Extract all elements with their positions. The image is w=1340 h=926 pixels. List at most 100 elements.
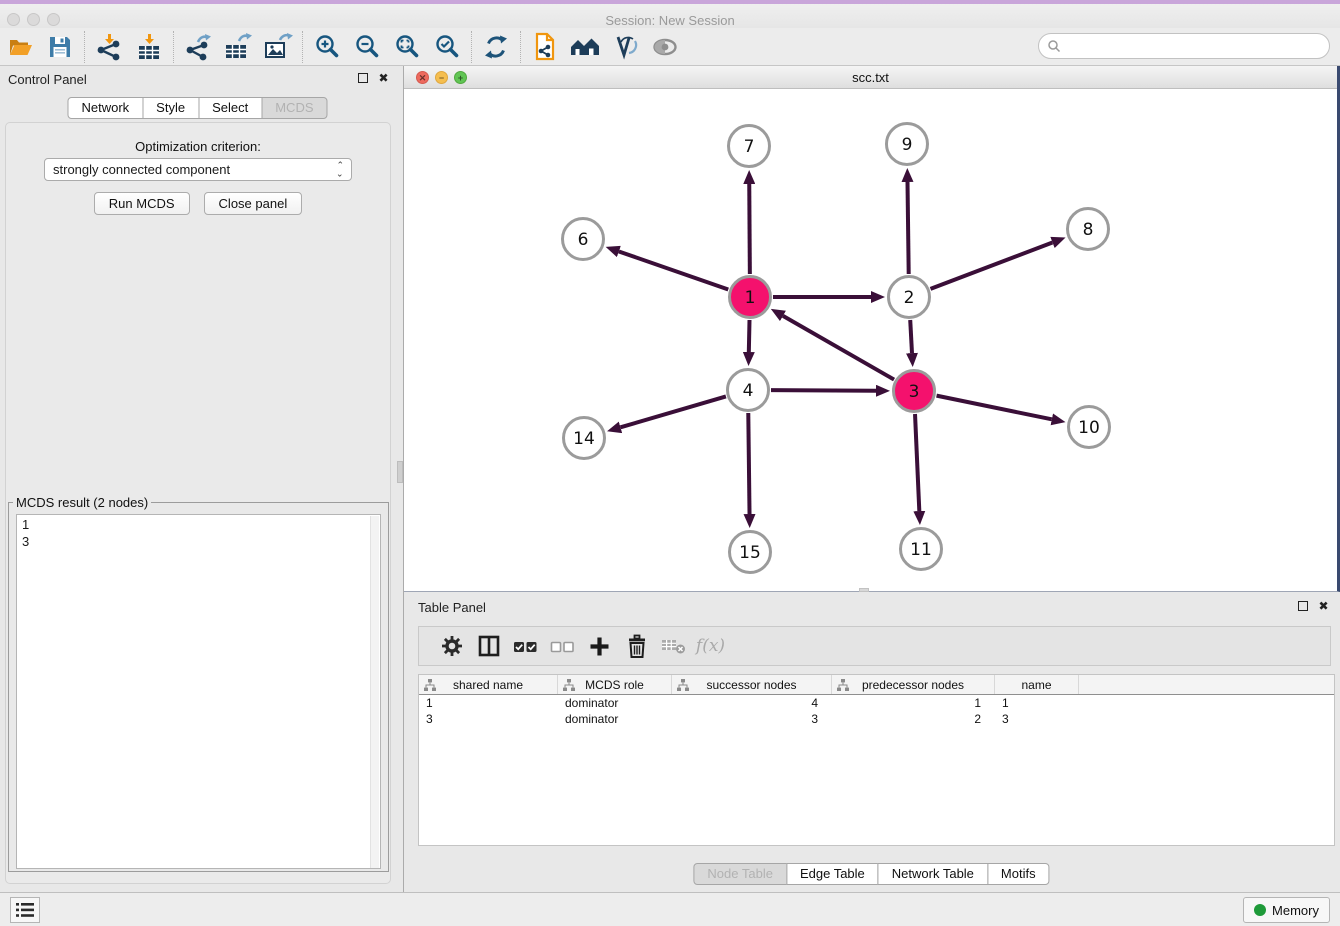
function-builder-icon[interactable]: f(x) bbox=[692, 629, 729, 663]
cell-successor-nodes[interactable]: 4 bbox=[672, 695, 832, 711]
edge-3-11[interactable] bbox=[915, 414, 919, 511]
cell-name[interactable]: 1 bbox=[995, 695, 1079, 711]
memory-status-icon bbox=[1254, 904, 1266, 916]
cell-shared-name[interactable]: 3 bbox=[419, 711, 558, 727]
edge-4-15[interactable] bbox=[748, 413, 749, 514]
column-header-name[interactable]: name bbox=[995, 675, 1079, 694]
export-network-icon[interactable] bbox=[178, 30, 218, 64]
table-row[interactable]: 1dominator411 bbox=[419, 695, 1334, 711]
delete-column-icon[interactable] bbox=[618, 629, 655, 663]
deselect-all-columns-icon[interactable] bbox=[544, 629, 581, 663]
cell-predecessor-nodes[interactable]: 2 bbox=[832, 711, 995, 727]
tab-motifs[interactable]: Motifs bbox=[987, 863, 1050, 885]
cell-MCDS-role[interactable]: dominator bbox=[558, 695, 672, 711]
graph-node-3[interactable]: 3 bbox=[894, 371, 935, 412]
panel-divider[interactable] bbox=[396, 66, 404, 892]
tab-select[interactable]: Select bbox=[198, 97, 262, 119]
close-table-panel-icon[interactable]: ✖ bbox=[1317, 600, 1330, 613]
graph-node-7[interactable]: 7 bbox=[729, 126, 770, 167]
cell-shared-name[interactable]: 1 bbox=[419, 695, 558, 711]
edge-4-14[interactable] bbox=[620, 396, 725, 427]
graph-node-14[interactable]: 14 bbox=[564, 418, 605, 459]
import-table-icon[interactable] bbox=[129, 30, 169, 64]
table-panel: Table Panel ✖ f(x) shared nameMCDS bbox=[404, 592, 1340, 892]
import-network-icon[interactable] bbox=[89, 30, 129, 64]
save-session-icon[interactable] bbox=[40, 30, 80, 64]
tab-mcds[interactable]: MCDS bbox=[261, 97, 327, 119]
cell-successor-nodes[interactable]: 3 bbox=[672, 711, 832, 727]
column-header-shared-name[interactable]: shared name bbox=[419, 675, 558, 694]
graph-node-4[interactable]: 4 bbox=[728, 370, 769, 411]
show-hide-icon[interactable] bbox=[645, 30, 685, 64]
delete-table-icon[interactable] bbox=[655, 629, 692, 663]
optimization-criterion-dropdown[interactable]: strongly connected component ⌃⌃ bbox=[44, 158, 352, 181]
control-panel-tabs: NetworkStyleSelectMCDS bbox=[68, 97, 327, 119]
edge-2-9[interactable] bbox=[907, 182, 908, 274]
chevron-up-down-icon: ⌃⌃ bbox=[336, 161, 344, 177]
tab-style[interactable]: Style bbox=[142, 97, 199, 119]
clone-network-icon[interactable] bbox=[525, 30, 565, 64]
search-icon bbox=[1047, 39, 1061, 53]
annotation-icon[interactable] bbox=[605, 30, 645, 64]
control-panel-header: Control Panel ✖ bbox=[0, 66, 396, 92]
graph-node-15[interactable]: 15 bbox=[730, 532, 771, 573]
zoom-selected-icon[interactable] bbox=[427, 30, 467, 64]
toolbar-separator bbox=[302, 31, 303, 63]
select-all-columns-icon[interactable] bbox=[507, 629, 544, 663]
float-table-panel-icon[interactable] bbox=[1296, 600, 1309, 613]
edge-3-10[interactable] bbox=[937, 396, 1052, 420]
zoom-out-icon[interactable] bbox=[347, 30, 387, 64]
search-field[interactable] bbox=[1038, 33, 1330, 59]
home-icon[interactable] bbox=[565, 30, 605, 64]
divider-handle[interactable] bbox=[397, 461, 403, 483]
graph-node-8[interactable]: 8 bbox=[1068, 209, 1109, 250]
split-view-icon[interactable] bbox=[470, 629, 507, 663]
cell-name[interactable]: 3 bbox=[995, 711, 1079, 727]
edge-1-6[interactable] bbox=[619, 251, 728, 289]
table-row[interactable]: 3dominator323 bbox=[419, 711, 1334, 727]
export-image-icon[interactable] bbox=[258, 30, 298, 64]
search-input[interactable] bbox=[1061, 39, 1329, 54]
edge-3-1[interactable] bbox=[783, 316, 894, 380]
memory-button[interactable]: Memory bbox=[1243, 897, 1330, 923]
result-scrollbar[interactable] bbox=[370, 516, 379, 869]
edge-2-8[interactable] bbox=[931, 242, 1053, 288]
graph-node-2[interactable]: 2 bbox=[889, 277, 930, 318]
zoom-fit-icon[interactable] bbox=[387, 30, 427, 64]
mcds-result-text[interactable]: 1 3 bbox=[16, 514, 381, 869]
refresh-icon[interactable] bbox=[476, 30, 516, 64]
cell-MCDS-role[interactable]: dominator bbox=[558, 711, 672, 727]
edge-1-4[interactable] bbox=[749, 320, 750, 352]
column-header-successor-nodes[interactable]: successor nodes bbox=[672, 675, 832, 694]
svg-text:11: 11 bbox=[910, 540, 932, 560]
cell-predecessor-nodes[interactable]: 1 bbox=[832, 695, 995, 711]
task-history-button[interactable] bbox=[10, 897, 40, 923]
graph-node-10[interactable]: 10 bbox=[1069, 407, 1110, 448]
float-panel-icon[interactable] bbox=[356, 72, 369, 85]
mcds-result-title: MCDS result (2 nodes) bbox=[13, 495, 151, 510]
edge-1-7[interactable] bbox=[749, 184, 750, 274]
edge-2-3[interactable] bbox=[910, 320, 912, 353]
run-mcds-button[interactable]: Run MCDS bbox=[94, 192, 190, 215]
node-table[interactable]: shared nameMCDS rolesuccessor nodesprede… bbox=[418, 674, 1335, 846]
tab-network[interactable]: Network bbox=[67, 97, 143, 119]
graph-node-11[interactable]: 11 bbox=[901, 529, 942, 570]
tab-network-table[interactable]: Network Table bbox=[878, 863, 988, 885]
add-column-icon[interactable] bbox=[581, 629, 618, 663]
graph-node-1[interactable]: 1 bbox=[730, 277, 771, 318]
column-header-MCDS-role[interactable]: MCDS role bbox=[558, 675, 672, 694]
zoom-in-icon[interactable] bbox=[307, 30, 347, 64]
tab-edge-table[interactable]: Edge Table bbox=[786, 863, 879, 885]
open-session-icon[interactable] bbox=[0, 30, 40, 64]
column-header-predecessor-nodes[interactable]: predecessor nodes bbox=[832, 675, 995, 694]
close-panel-icon[interactable]: ✖ bbox=[377, 72, 390, 85]
tab-node-table[interactable]: Node Table bbox=[693, 863, 787, 885]
edge-4-3[interactable] bbox=[771, 390, 876, 391]
close-panel-button[interactable]: Close panel bbox=[204, 192, 303, 215]
table-settings-icon[interactable] bbox=[433, 629, 470, 663]
network-graph-canvas[interactable]: 1 2 3 4 6 7 8 9 10 11 14 15 bbox=[404, 89, 1336, 591]
network-window-titlebar[interactable]: ✕ − + scc.txt bbox=[404, 66, 1337, 89]
graph-node-6[interactable]: 6 bbox=[563, 219, 604, 260]
graph-node-9[interactable]: 9 bbox=[887, 124, 928, 165]
export-table-icon[interactable] bbox=[218, 30, 258, 64]
